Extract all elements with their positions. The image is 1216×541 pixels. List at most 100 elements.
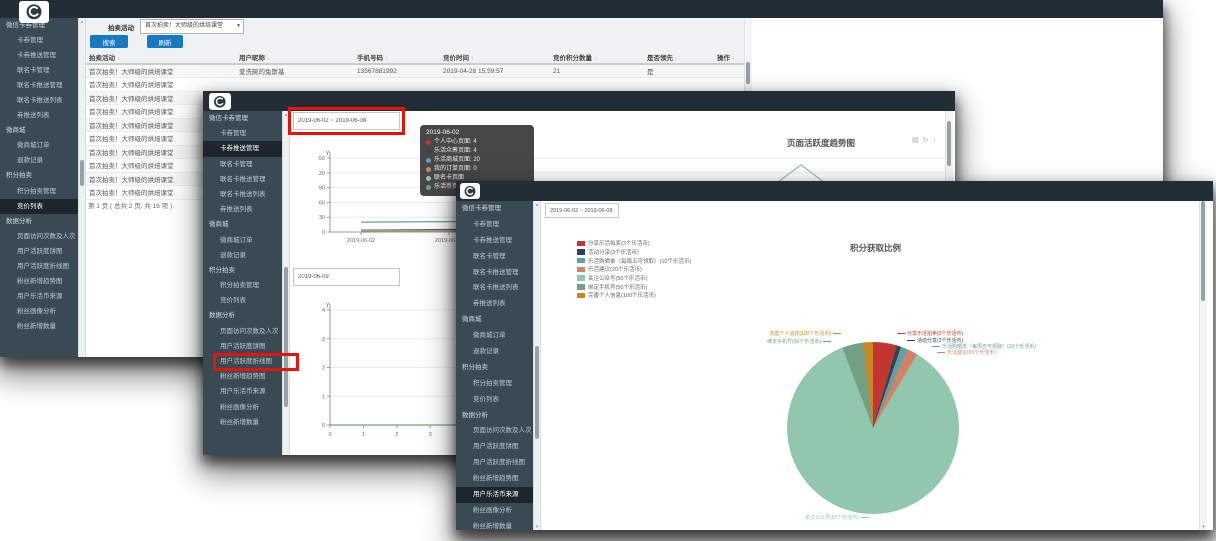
sidebar-item[interactable]: 券推送列表 [0,108,78,123]
sort-icon[interactable]: ↕ [471,56,474,62]
legend-item[interactable]: 绑定手机号(50个乐活币) [577,282,691,291]
legend-item[interactable]: 乐活建议(20个乐活币) [577,265,691,274]
sort-icon[interactable]: ↕ [385,56,388,62]
sidebar-group-label[interactable]: 积分拍卖 [0,168,78,183]
sidebar-item[interactable]: 联名卡推送管理 [203,172,282,187]
content-scrollbar[interactable]: ▼ [1199,201,1207,530]
sidebar-group-label[interactable]: 微商城 [456,312,533,328]
column-header[interactable]: 手机号码↕ [354,51,440,64]
sidebar-item[interactable]: 卡券管理 [0,33,78,48]
sidebar-item[interactable]: 退款记录 [0,153,78,168]
sidebar-scrollbar[interactable]: ▲ ▼ [533,201,541,530]
scroll-up-icon[interactable]: ▲ [283,112,289,117]
legend-item[interactable]: 完善个人信息(100个乐活币) [577,291,691,300]
column-header[interactable]: 用户昵称↕ [236,51,354,64]
sort-icon[interactable]: ↕ [675,56,678,62]
sidebar-group-label[interactable]: 积分拍卖 [456,360,533,376]
sidebar-item[interactable]: 卡券管理 [203,126,282,141]
sidebar-item[interactable]: 卡券推送管理 [0,48,78,63]
legend-item[interactable]: 乐活购晒单（每周五可领取）(10个乐活币) [577,256,691,265]
sidebar-group-label[interactable]: 数据分析 [0,214,78,229]
sidebar-item[interactable]: 微商城订单 [456,328,533,344]
sidebar-group-label[interactable]: 数据分析 [456,408,533,424]
sidebar-item[interactable]: 竞价列表 [203,293,282,308]
sidebar-item[interactable]: 粉丝新增数量 [203,415,282,430]
sort-icon[interactable]: ↕ [117,56,120,62]
sidebar-item[interactable]: 粉丝画像分析 [0,304,78,319]
sidebar-item[interactable]: 粉丝画像分析 [456,503,533,519]
scrollbar-thumb[interactable] [746,62,750,84]
sidebar-item[interactable]: 用户乐活币来源 [203,384,282,399]
sidebar-item[interactable]: 券推送列表 [456,296,533,312]
sidebar-item[interactable]: 退款记录 [456,344,533,360]
sidebar-item[interactable]: 卡券管理 [456,217,533,233]
sidebar-group-label[interactable]: 积分拍卖 [203,263,282,278]
column-header[interactable]: 是否领先↕ [644,51,714,64]
column-header[interactable]: 竞价积分数量↕ [550,51,644,64]
sidebar-item[interactable]: 粉丝新增趋势图 [456,471,533,487]
sidebar-item[interactable]: 用户活跃度饼图 [203,339,282,354]
scroll-down-icon[interactable]: ▼ [1200,524,1207,529]
legend-item[interactable]: 关注公众号(50个乐活币) [577,274,691,283]
sidebar-item[interactable]: 积分拍卖管理 [0,184,78,199]
data-view-icon[interactable]: ▤ [912,136,919,144]
date-range-input[interactable] [293,112,400,130]
column-header[interactable]: 操作↕ [714,51,744,64]
sidebar-item[interactable]: 积分拍卖管理 [456,376,533,392]
sidebar-item[interactable]: 粉丝画像分析 [203,400,282,415]
sort-icon[interactable]: ↕ [267,56,270,62]
date-input-2[interactable] [293,268,400,286]
sidebar-group-label[interactable]: 微信卡券管理 [203,111,282,126]
sidebar-item[interactable]: 页面访问次数及人次 [0,229,78,244]
search-button[interactable]: 搜索 [90,35,128,48]
sort-icon[interactable]: ↕ [594,56,597,62]
sidebar-item[interactable]: 联名卡管理 [203,157,282,172]
sidebar-item[interactable]: 卡券推送管理 [456,233,533,249]
scrollbar-thumb[interactable] [535,346,539,439]
auction-select[interactable]: 首次拍卖！大师级的烘焙课堂 ▼ [140,19,244,34]
sidebar-item[interactable]: 用户活跃度饼图 [456,439,533,455]
scrollbar-thumb[interactable] [1201,201,1205,301]
sidebar-item[interactable]: 粉丝新增数量 [456,519,533,530]
scrollbar-thumb[interactable] [947,121,951,166]
sidebar-item[interactable]: 联名卡推送列表 [0,93,78,108]
sidebar-item[interactable]: 联名卡推送管理 [0,78,78,93]
sort-icon[interactable]: ↕ [732,56,735,62]
column-header[interactable]: 拍卖活动↕ [86,51,236,64]
sidebar-item[interactable]: 卡券推送管理 [203,141,282,156]
scroll-down-icon[interactable]: ▼ [534,524,540,529]
scroll-up-icon[interactable]: ▲ [534,202,540,207]
sidebar-item[interactable]: 竞价列表 [0,199,78,214]
sidebar-item[interactable]: 联名卡管理 [456,249,533,265]
sidebar-group-label[interactable]: 数据分析 [203,308,282,323]
sidebar-item[interactable]: 用户活跃度饼图 [0,244,78,259]
sidebar-item[interactable]: 粉丝新增趋势图 [203,369,282,384]
legend-item[interactable]: 活动分享(3个乐活币) [577,248,691,257]
sidebar-item[interactable]: 用户乐活币来源 [456,487,533,503]
scrollbar-thumb[interactable] [284,267,288,407]
sidebar-group-label[interactable]: 微信卡券管理 [456,201,533,217]
sidebar-scrollbar[interactable]: ▲ [78,18,86,357]
sidebar-item[interactable]: 联名卡推送列表 [203,187,282,202]
sidebar-item[interactable]: 微商城订单 [203,233,282,248]
sidebar-item[interactable]: 粉丝新增数量 [0,319,78,334]
date-range-input[interactable] [545,203,619,218]
sidebar-item[interactable]: 竞价列表 [456,392,533,408]
sidebar-group-label[interactable]: 微商城 [203,217,282,232]
column-header[interactable]: 竞价时间↕ [440,51,550,64]
sidebar-scrollbar[interactable]: ▲ [282,111,290,455]
refresh-button[interactable]: 刷新 [147,35,183,48]
legend-item[interactable]: 分享乐活拍卖(3个乐活币) [577,239,691,248]
sidebar-item[interactable]: 用户活跃度折线图 [456,455,533,471]
sidebar-item[interactable]: 页面访问次数及人次 [456,423,533,439]
sidebar-item[interactable]: 联名卡推送管理 [456,265,533,281]
sidebar-item[interactable]: 用户活跃度折线图 [203,354,282,369]
sidebar-item[interactable]: 退款记录 [203,248,282,263]
sidebar-item[interactable]: 页面访问次数及人次 [203,324,282,339]
sidebar-item[interactable]: 券推送列表 [203,202,282,217]
sidebar-item[interactable]: 联名卡推送列表 [456,280,533,296]
sidebar-item[interactable]: 联名卡管理 [0,63,78,78]
sidebar-item[interactable]: 用户乐活币来源 [0,289,78,304]
download-icon[interactable]: ↓ [933,136,937,144]
sidebar-group-label[interactable]: 微商城 [0,123,78,138]
